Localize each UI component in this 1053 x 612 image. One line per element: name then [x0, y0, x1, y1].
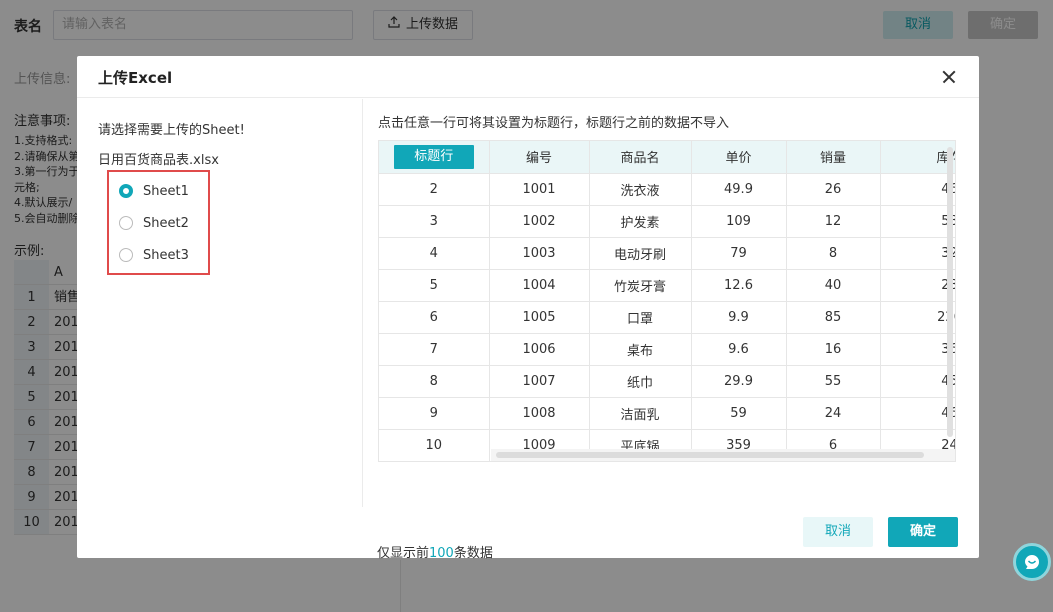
table-cell: 58 [880, 205, 955, 238]
table-cell: 45 [880, 365, 955, 398]
table-cell: 85 [786, 301, 881, 334]
table-cell: 226 [880, 301, 955, 334]
row-number: 6 [379, 301, 490, 334]
table-cell: 12 [786, 205, 881, 238]
row-number: 8 [379, 365, 490, 398]
sheet-option-1[interactable]: Sheet1 [119, 181, 189, 201]
row-number: 10 [379, 429, 490, 461]
table-cell: 1004 [489, 269, 590, 302]
radio-unselected-icon [119, 248, 133, 262]
table-cell: 1006 [489, 333, 590, 366]
vertical-scrollbar[interactable] [947, 147, 953, 437]
preview-pane: 点击任意一行可将其设置为标题行，标题行之前的数据不导入 标题行 编号 商品名 单… [377, 99, 967, 561]
table-cell: 竹炭牙膏 [589, 269, 692, 302]
row-number: 3 [379, 205, 490, 238]
radio-selected-icon [119, 184, 133, 198]
table-row[interactable]: 81007纸巾29.95545 [379, 365, 955, 398]
table-cell: 49.9 [691, 173, 787, 206]
table-cell: 1003 [489, 237, 590, 270]
table-cell: 24 [786, 397, 881, 430]
table-cell: 9.9 [691, 301, 787, 334]
table-cell: 8 [786, 237, 881, 270]
table-cell: 109 [691, 205, 787, 238]
table-row[interactable]: 31002护发素1091258 [379, 205, 955, 238]
table-row[interactable]: 71006桌布9.61636 [379, 333, 955, 366]
table-cell: 电动牙刷 [589, 237, 692, 270]
preview-table-container[interactable]: 标题行 编号 商品名 单价 销量 库存 21001洗衣液49.926463100… [378, 140, 956, 462]
close-icon[interactable] [939, 67, 959, 87]
sheet-option-3[interactable]: Sheet3 [119, 245, 189, 265]
row-number: 5 [379, 269, 490, 302]
table-cell: 55 [786, 365, 881, 398]
limit-suffix: 条数据 [453, 546, 493, 561]
row-number: 9 [379, 397, 490, 430]
dialog-cancel-button[interactable]: 取消 [803, 517, 873, 547]
table-cell: 1008 [489, 397, 590, 430]
table-cell: 洗衣液 [589, 173, 692, 206]
table-cell: 9.6 [691, 333, 787, 366]
table-cell: 1002 [489, 205, 590, 238]
dialog-title: 上传Excel [98, 69, 173, 87]
limit-prefix: 仅显示前 [377, 546, 430, 561]
table-row[interactable]: 61005口罩9.985226 [379, 301, 955, 334]
column-header: 编号 [489, 141, 590, 174]
table-cell: 1001 [489, 173, 590, 206]
table-cell: 26 [786, 173, 881, 206]
sheet-option-label: Sheet3 [143, 247, 189, 263]
table-cell: 29.9 [691, 365, 787, 398]
table-cell: 28 [880, 269, 955, 302]
row-limit-note: 仅显示前100条数据 [377, 542, 493, 561]
horizontal-scrollbar[interactable] [496, 452, 924, 458]
table-cell: 16 [786, 333, 881, 366]
row-number: 7 [379, 333, 490, 366]
table-cell: 36 [880, 333, 955, 366]
sheet-option-label: Sheet1 [143, 183, 189, 199]
dialog-ok-button[interactable]: 确定 [888, 517, 958, 547]
table-cell: 护发素 [589, 205, 692, 238]
chat-help-icon [1025, 555, 1039, 569]
table-row[interactable]: 41003电动牙刷79832 [379, 237, 955, 270]
table-cell: 46 [880, 173, 955, 206]
table-cell: 桌布 [589, 333, 692, 366]
sheet-radio-group: Sheet1 Sheet2 Sheet3 [107, 170, 210, 275]
table-cell: 口罩 [589, 301, 692, 334]
chat-help-button[interactable] [1013, 543, 1051, 581]
file-name: 日用百货商品表.xlsx [98, 153, 219, 168]
sheet-selector-pane: 请选择需要上传的Sheet! 日用百货商品表.xlsx Sheet1 Sheet… [77, 99, 363, 507]
sheet-option-label: Sheet2 [143, 215, 189, 231]
table-cell: 1005 [489, 301, 590, 334]
table-cell: 79 [691, 237, 787, 270]
title-row[interactable]: 标题行 编号 商品名 单价 销量 库存 [379, 141, 955, 174]
sheet-option-2[interactable]: Sheet2 [119, 213, 189, 233]
upload-excel-dialog: 上传Excel 请选择需要上传的Sheet! 日用百货商品表.xlsx Shee… [77, 56, 979, 561]
table-cell: 12.6 [691, 269, 787, 302]
title-row-marker: 标题行 [379, 141, 490, 174]
choose-sheet-label: 请选择需要上传的Sheet! [98, 123, 245, 138]
column-header: 库存 [880, 141, 955, 174]
table-cell: 洁面乳 [589, 397, 692, 430]
limit-number: 100 [429, 546, 454, 561]
column-header: 单价 [691, 141, 787, 174]
row-number: 2 [379, 173, 490, 206]
column-header: 商品名 [589, 141, 692, 174]
dialog-header: 上传Excel [77, 56, 979, 98]
table-cell: 59 [691, 397, 787, 430]
table-row[interactable]: 91008洁面乳592446 [379, 397, 955, 430]
column-header: 销量 [786, 141, 881, 174]
table-row[interactable]: 51004竹炭牙膏12.64028 [379, 269, 955, 302]
table-cell: 纸巾 [589, 365, 692, 398]
table-cell: 32 [880, 237, 955, 270]
radio-unselected-icon [119, 216, 133, 230]
preview-table: 标题行 编号 商品名 单价 销量 库存 21001洗衣液49.926463100… [379, 141, 955, 461]
table-row[interactable]: 21001洗衣液49.92646 [379, 173, 955, 206]
table-cell: 1007 [489, 365, 590, 398]
table-cell: 40 [786, 269, 881, 302]
table-cell: 46 [880, 397, 955, 430]
row-number: 4 [379, 237, 490, 270]
title-row-hint: 点击任意一行可将其设置为标题行，标题行之前的数据不导入 [378, 116, 730, 131]
title-row-tag: 标题行 [393, 144, 474, 169]
